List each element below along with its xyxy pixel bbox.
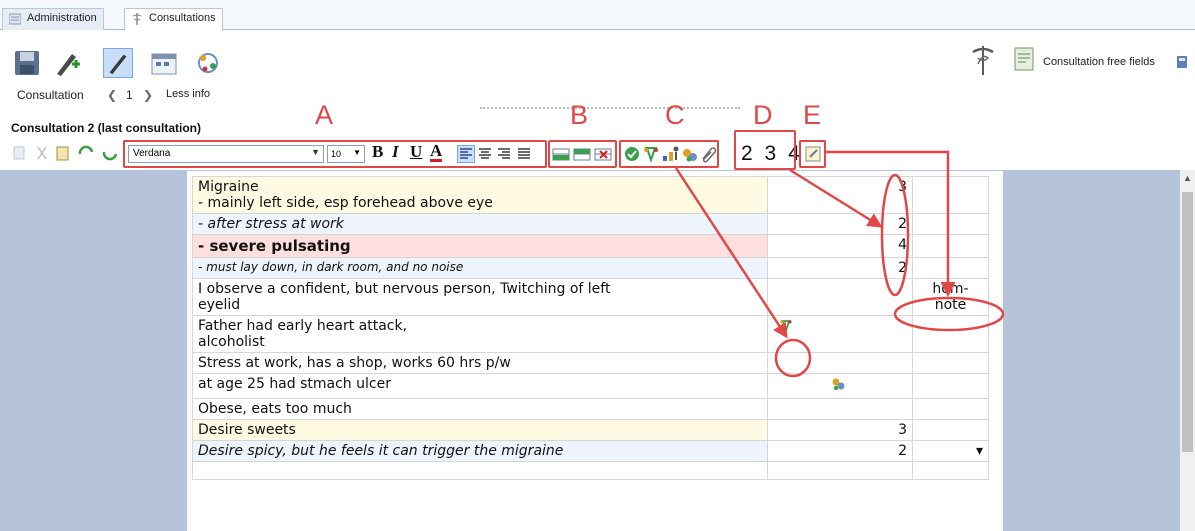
free-fields-icon[interactable] — [1013, 46, 1035, 72]
table-row[interactable]: - after stress at work 2 — [192, 213, 989, 235]
note-cell[interactable] — [912, 419, 989, 441]
tab-administration[interactable]: Administration — [2, 8, 104, 30]
prev-consultation-icon[interactable]: ❮ — [107, 88, 117, 102]
note-cell[interactable] — [912, 461, 989, 480]
table-row[interactable]: Migraine - mainly left side, esp forehead… — [192, 176, 989, 214]
copy-icon — [13, 146, 25, 160]
symptom-cell[interactable]: Migraine - mainly left side, esp forehead… — [192, 176, 768, 214]
symptom-cell[interactable]: Obese, eats too much — [192, 398, 768, 420]
tab-consultations-label: Consultations — [149, 12, 216, 24]
redo-icon — [102, 151, 118, 161]
vertical-scrollbar[interactable]: ▲ — [1180, 170, 1195, 531]
symptom-cell[interactable]: Stress at work, has a shop, works 60 hrs… — [192, 352, 768, 374]
value-cell[interactable]: 4 — [767, 234, 913, 258]
book-icon[interactable] — [1176, 55, 1188, 69]
symptom-cell[interactable]: Father had early heart attack, alcoholist — [192, 315, 768, 353]
new-consultation-icon[interactable] — [52, 48, 82, 78]
consultation-free-fields-label[interactable]: Consultation free fields — [1043, 56, 1155, 68]
undo-icon — [78, 145, 94, 155]
miasm-icon — [780, 320, 792, 335]
value-cell[interactable] — [767, 461, 913, 480]
next-consultation-icon[interactable]: ❯ — [143, 88, 153, 102]
edit-pen-icon[interactable] — [103, 48, 133, 78]
administration-icon — [9, 13, 21, 25]
save-icon[interactable] — [12, 48, 42, 78]
symptom-cell[interactable]: at age 25 had stmach ulcer — [192, 373, 768, 399]
symptom-cell[interactable]: Desire sweets — [192, 419, 768, 441]
consultation-number: 1 — [126, 88, 133, 102]
annotation-box-e — [799, 140, 826, 168]
table-row[interactable]: Desire spicy, but he feels it can trigge… — [192, 440, 989, 462]
annotation-label-a: A — [315, 100, 334, 130]
value-cell[interactable] — [767, 352, 913, 374]
symptom-cell[interactable]: - severe pulsating — [192, 234, 768, 258]
symptom-cell[interactable]: - after stress at work — [192, 213, 768, 235]
dropdown-arrow-icon[interactable]: ▾ — [976, 443, 983, 459]
value-cell[interactable]: 2 — [767, 257, 913, 279]
tab-bar: Administration Consultations — [0, 0, 1195, 31]
caduceus-icon — [132, 13, 142, 25]
consultation-nav-label: Consultation — [17, 88, 84, 102]
note-cell[interactable] — [912, 352, 989, 374]
annotation-label-b: B — [570, 100, 589, 130]
table-row[interactable]: Desire sweets 3 — [192, 419, 989, 441]
annotation-label-d: D — [753, 100, 773, 130]
remedy-icon — [832, 378, 845, 391]
value-cell[interactable]: 3 — [767, 419, 913, 441]
clipboard-group — [13, 145, 118, 161]
calendar-icon[interactable] — [149, 48, 179, 78]
less-info-link[interactable]: Less info — [166, 88, 210, 100]
table-row[interactable]: Father had early heart attack, alcoholist — [192, 315, 989, 353]
table-row[interactable] — [192, 461, 989, 480]
consultation-title: Consultation 2 (last consultation) — [11, 121, 202, 135]
note-cell[interactable]: ▾ — [912, 440, 989, 462]
value-cell[interactable]: 3 — [767, 176, 913, 214]
note-cell[interactable]: hom-note — [912, 278, 989, 316]
value-cell[interactable] — [767, 315, 913, 353]
annotation-box-d — [734, 130, 796, 170]
value-cell[interactable] — [767, 398, 913, 420]
value-cell[interactable] — [767, 373, 913, 399]
analysis-icon[interactable] — [193, 48, 223, 78]
tab-consultations[interactable]: Consultations — [124, 8, 223, 31]
note-cell[interactable] — [912, 234, 989, 258]
note-cell[interactable] — [912, 315, 989, 353]
value-cell[interactable] — [767, 278, 913, 316]
annotation-box-b — [548, 140, 617, 168]
symptom-cell[interactable]: Desire spicy, but he feels it can trigge… — [192, 440, 768, 462]
note-cell[interactable] — [912, 257, 989, 279]
value-cell[interactable]: 2 — [767, 213, 913, 235]
table-row[interactable]: Obese, eats too much — [192, 398, 989, 420]
scroll-up-icon[interactable]: ▲ — [1183, 173, 1192, 183]
caduceus-icon[interactable] — [970, 44, 996, 76]
note-cell[interactable] — [912, 373, 989, 399]
table-row[interactable]: - severe pulsating 4 — [192, 234, 989, 258]
table-row[interactable]: I observe a confident, but nervous perso… — [192, 278, 989, 316]
tab-administration-label: Administration — [27, 12, 97, 24]
consultation-table: Migraine - mainly left side, esp forehead… — [192, 176, 989, 480]
symptom-cell[interactable] — [192, 461, 768, 480]
annotation-label-c: C — [665, 100, 685, 130]
annotation-box-a — [123, 140, 547, 168]
annotation-label-e: E — [803, 100, 822, 130]
note-cell[interactable] — [912, 213, 989, 235]
table-row[interactable]: Stress at work, has a shop, works 60 hrs… — [192, 352, 989, 374]
table-row[interactable]: - must lay down, in dark room, and no no… — [192, 257, 989, 279]
symptom-cell[interactable]: I observe a confident, but nervous perso… — [192, 278, 768, 316]
cut-icon — [37, 146, 47, 160]
note-cell[interactable] — [912, 398, 989, 420]
value-cell[interactable]: 2 — [767, 440, 913, 462]
splitter-handle[interactable] — [480, 107, 740, 109]
paste-icon — [56, 146, 69, 161]
scrollbar-thumb[interactable] — [1182, 192, 1193, 452]
symptom-cell[interactable]: - must lay down, in dark room, and no no… — [192, 257, 768, 279]
annotation-box-c — [619, 140, 719, 168]
table-row[interactable]: at age 25 had stmach ulcer — [192, 373, 989, 399]
note-cell[interactable] — [912, 176, 989, 214]
